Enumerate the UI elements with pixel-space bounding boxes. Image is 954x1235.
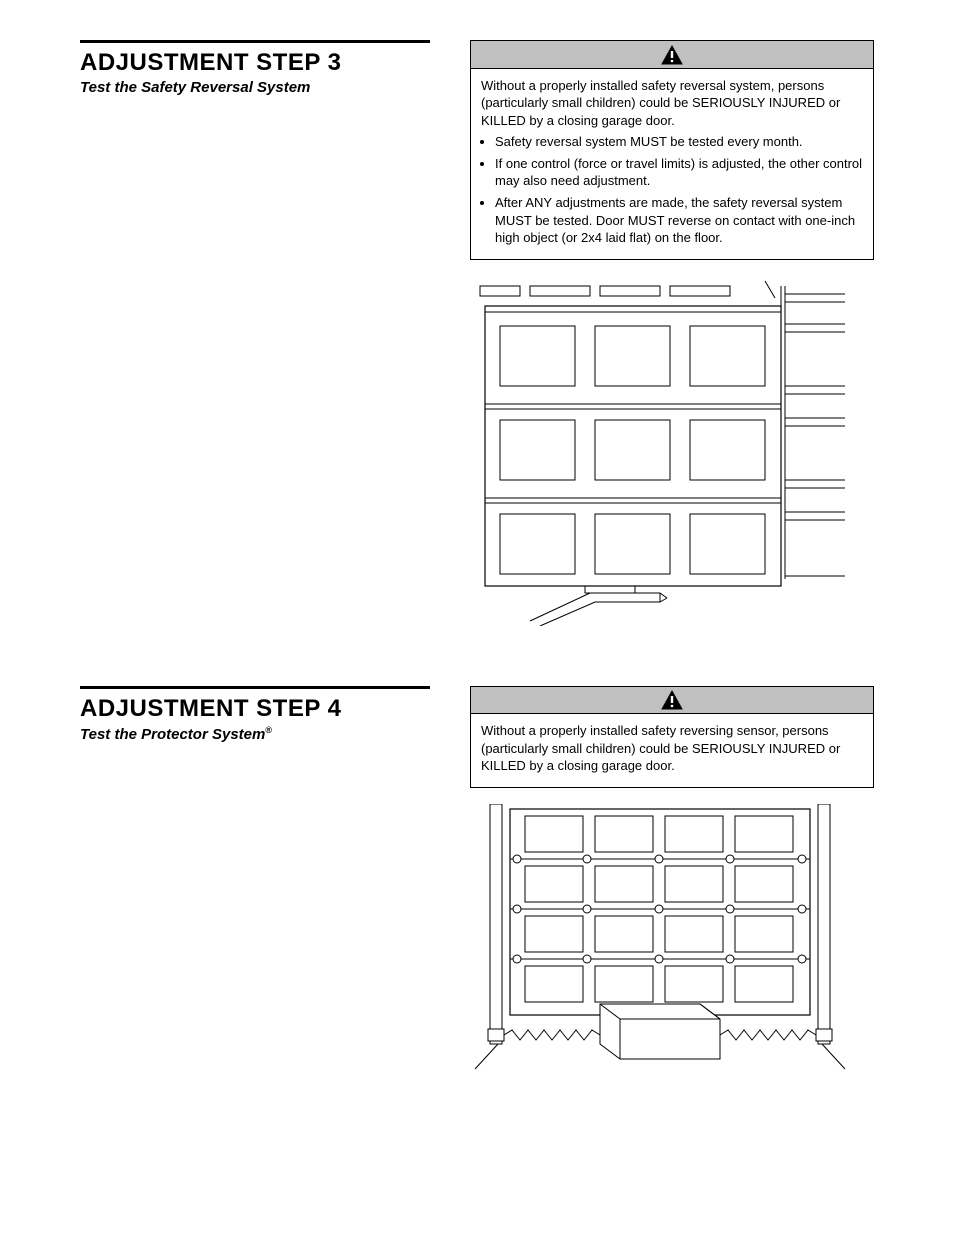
warning-icon (661, 689, 683, 711)
step4-right-column: Without a properly installed safety reve… (470, 686, 874, 1074)
step4-diagram (470, 804, 874, 1074)
step3-warning-header (471, 41, 873, 69)
step4-divider (80, 686, 430, 689)
step3-title: ADJUSTMENT STEP 3 (80, 49, 430, 77)
step3-bullet-list: Safety reversal system MUST be tested ev… (481, 133, 863, 246)
step4-left-column: ADJUSTMENT STEP 4 Test the Protector Sys… (80, 686, 430, 1074)
step3-diagram (470, 276, 874, 626)
step4-warning-box: Without a properly installed safety reve… (470, 686, 874, 788)
step4-warning-header (471, 687, 873, 715)
step3-warning-intro: Without a properly installed safety reve… (481, 77, 863, 130)
step4-warning-intro: Without a properly installed safety reve… (481, 722, 863, 775)
step3-warning-body: Without a properly installed safety reve… (471, 69, 873, 259)
step3-divider (80, 40, 430, 43)
step4-subtitle: Test the Protector System® (80, 725, 430, 743)
adjustment-step-3: ADJUSTMENT STEP 3 Test the Safety Revers… (80, 40, 874, 626)
step3-bullet: After ANY adjustments are made, the safe… (495, 194, 863, 247)
step3-bullet: If one control (force or travel limits) … (495, 155, 863, 190)
step3-left-column: ADJUSTMENT STEP 3 Test the Safety Revers… (80, 40, 430, 626)
step4-warning-body: Without a properly installed safety reve… (471, 714, 873, 787)
adjustment-step-4: ADJUSTMENT STEP 4 Test the Protector Sys… (80, 686, 874, 1074)
step4-title: ADJUSTMENT STEP 4 (80, 695, 430, 723)
warning-icon (661, 43, 683, 65)
step3-subtitle: Test the Safety Reversal System (80, 79, 430, 96)
step3-warning-box: Without a properly installed safety reve… (470, 40, 874, 260)
step3-right-column: Without a properly installed safety reve… (470, 40, 874, 626)
step3-bullet: Safety reversal system MUST be tested ev… (495, 133, 863, 151)
